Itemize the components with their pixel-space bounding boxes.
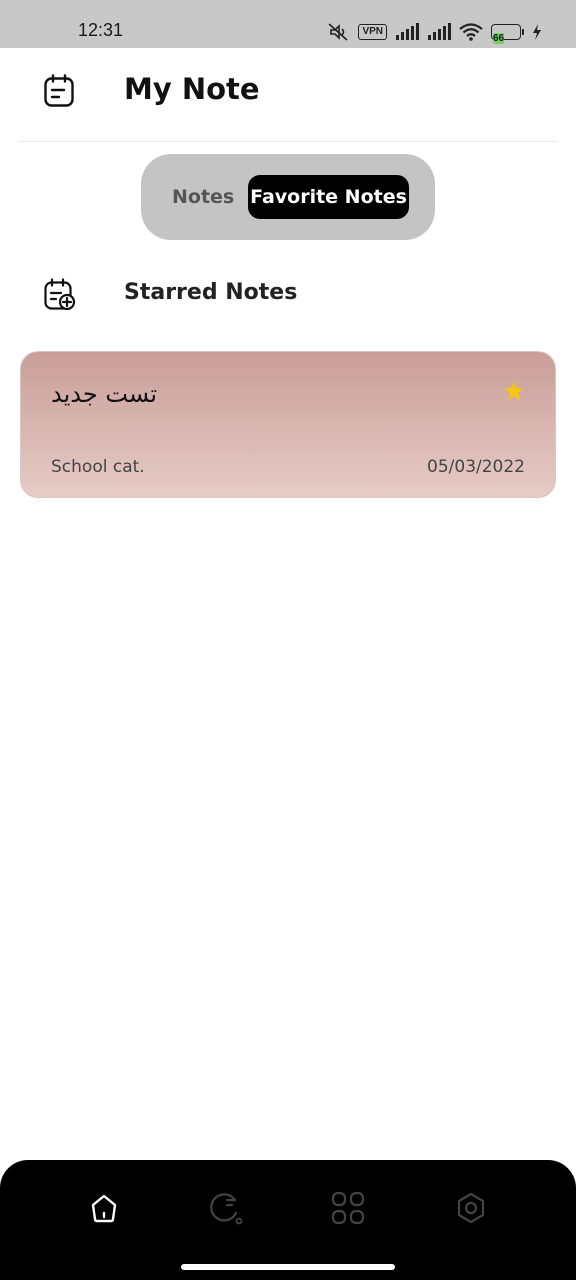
- nav-settings[interactable]: [451, 1190, 491, 1230]
- header-divider: [18, 141, 558, 142]
- categories-icon: [331, 1191, 365, 1229]
- note-card[interactable]: تست جدید School cat. 05/03/2022: [20, 351, 556, 498]
- battery-icon: 66: [491, 24, 524, 44]
- vpn-icon: VPN: [358, 24, 387, 40]
- note-icon[interactable]: [43, 74, 75, 112]
- settings-icon: [454, 1191, 488, 1229]
- section-title: Starred Notes: [124, 280, 298, 305]
- charging-icon: [532, 24, 542, 40]
- status-icons: VPN 66: [326, 21, 542, 44]
- status-bar: 12:31 VPN 66: [0, 0, 576, 48]
- bottom-nav: [0, 1160, 576, 1280]
- note-date: 05/03/2022: [427, 457, 525, 477]
- tab-notes[interactable]: Notes: [172, 186, 234, 208]
- note-title: تست جدید: [51, 380, 157, 408]
- signal-icon: [395, 23, 419, 41]
- nav-categories[interactable]: [328, 1190, 368, 1230]
- star-icon[interactable]: [503, 380, 525, 406]
- nav-home[interactable]: [84, 1190, 124, 1230]
- status-time: 12:31: [78, 20, 124, 40]
- wifi-icon: [459, 23, 483, 41]
- mute-icon: [326, 22, 350, 42]
- tab-favorite-notes[interactable]: Favorite Notes: [248, 175, 409, 219]
- home-indicator: [181, 1264, 395, 1270]
- note-add-icon: [43, 278, 77, 316]
- signal-icon: [427, 23, 451, 41]
- page-title: My Note: [124, 72, 260, 106]
- reminder-icon: [209, 1191, 243, 1229]
- header: My Note: [0, 48, 576, 142]
- nav-reminders[interactable]: [206, 1190, 246, 1230]
- home-icon: [88, 1192, 120, 1228]
- tab-switcher: Notes Favorite Notes: [141, 154, 435, 240]
- battery-level: 66: [493, 33, 505, 44]
- note-category: School cat.: [51, 457, 145, 477]
